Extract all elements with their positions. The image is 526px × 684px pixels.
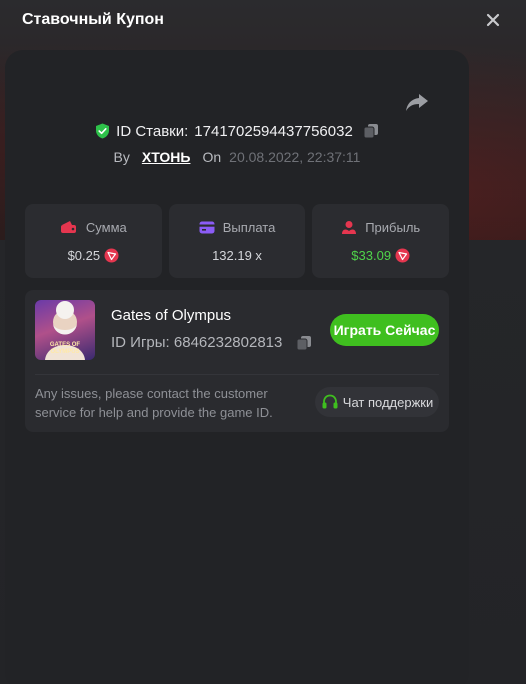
- bet-meta-row: By ХТОНЬ On 20.08.2022, 22:37:11: [0, 147, 474, 167]
- tron-coin-icon: [395, 248, 410, 262]
- copy-icon: [296, 335, 312, 350]
- profit-icon: [342, 220, 357, 234]
- wallet-icon: [60, 221, 76, 233]
- stat-amount: Сумма $0.25: [25, 204, 162, 278]
- stats-row: Сумма $0.25 Выплата 132.19 x Прибыль $33…: [25, 204, 450, 278]
- copy-icon: [363, 124, 378, 139]
- bet-coupon-modal: Ставочный Купон ID Ставки: 1741702594437…: [0, 0, 526, 684]
- support-chat-button[interactable]: Чат поддержки: [315, 387, 439, 417]
- user-link[interactable]: ХТОНЬ: [142, 149, 191, 165]
- share-icon: [406, 94, 428, 111]
- bet-id-label: ID Ставки:: [116, 122, 189, 140]
- copy-game-id-button[interactable]: [296, 335, 312, 351]
- modal-header: Ставочный Купон: [0, 0, 526, 40]
- divider: [35, 374, 439, 375]
- tron-coin-icon: [104, 248, 119, 262]
- game-id-value: 6846232802813: [173, 334, 283, 351]
- shield-check-icon: [96, 123, 110, 139]
- bet-date: 20.08.2022, 22:37:11: [229, 149, 361, 165]
- by-label: By: [113, 149, 130, 165]
- share-button[interactable]: [404, 90, 430, 114]
- stat-profit-value: $33.09: [351, 247, 392, 263]
- game-title[interactable]: Gates of Olympus: [111, 307, 231, 324]
- support-text: Any issues, please contact the customer …: [35, 386, 273, 420]
- modal-title: Ставочный Купон: [22, 11, 164, 28]
- stat-payout-label: Выплата: [222, 219, 276, 235]
- close-icon: [486, 13, 500, 27]
- support-chat-label: Чат поддержки: [342, 394, 434, 410]
- headset-icon: [322, 394, 338, 409]
- game-id-row: ID Игры: 6846232802813: [111, 334, 312, 351]
- stat-payout-value: 132.19 x: [212, 247, 262, 263]
- play-now-button[interactable]: Играть Сейчас: [330, 314, 439, 346]
- card-icon: [199, 221, 215, 233]
- stat-amount-label: Сумма: [85, 219, 127, 235]
- copy-bet-id-button[interactable]: [363, 123, 379, 139]
- game-id-label: ID Игры:: [111, 334, 170, 351]
- stat-profit: Прибыль $33.09: [312, 204, 450, 278]
- thumbnail-caption: GATES OF OLYMPUS: [49, 342, 81, 355]
- bet-id-row: ID Ставки: 1741702594437756032: [0, 120, 474, 142]
- close-button[interactable]: [482, 9, 504, 31]
- bet-id-value: 1741702594437756032: [194, 122, 353, 140]
- game-block: GATES OF OLYMPUS Gates of Olympus ID Игр…: [25, 290, 449, 432]
- on-label: On: [202, 149, 222, 165]
- game-thumbnail[interactable]: GATES OF OLYMPUS: [35, 300, 95, 360]
- stat-payout: Выплата 132.19 x: [168, 204, 306, 278]
- stat-profit-label: Прибыль: [365, 219, 421, 235]
- stat-amount-value: $0.25: [67, 247, 101, 263]
